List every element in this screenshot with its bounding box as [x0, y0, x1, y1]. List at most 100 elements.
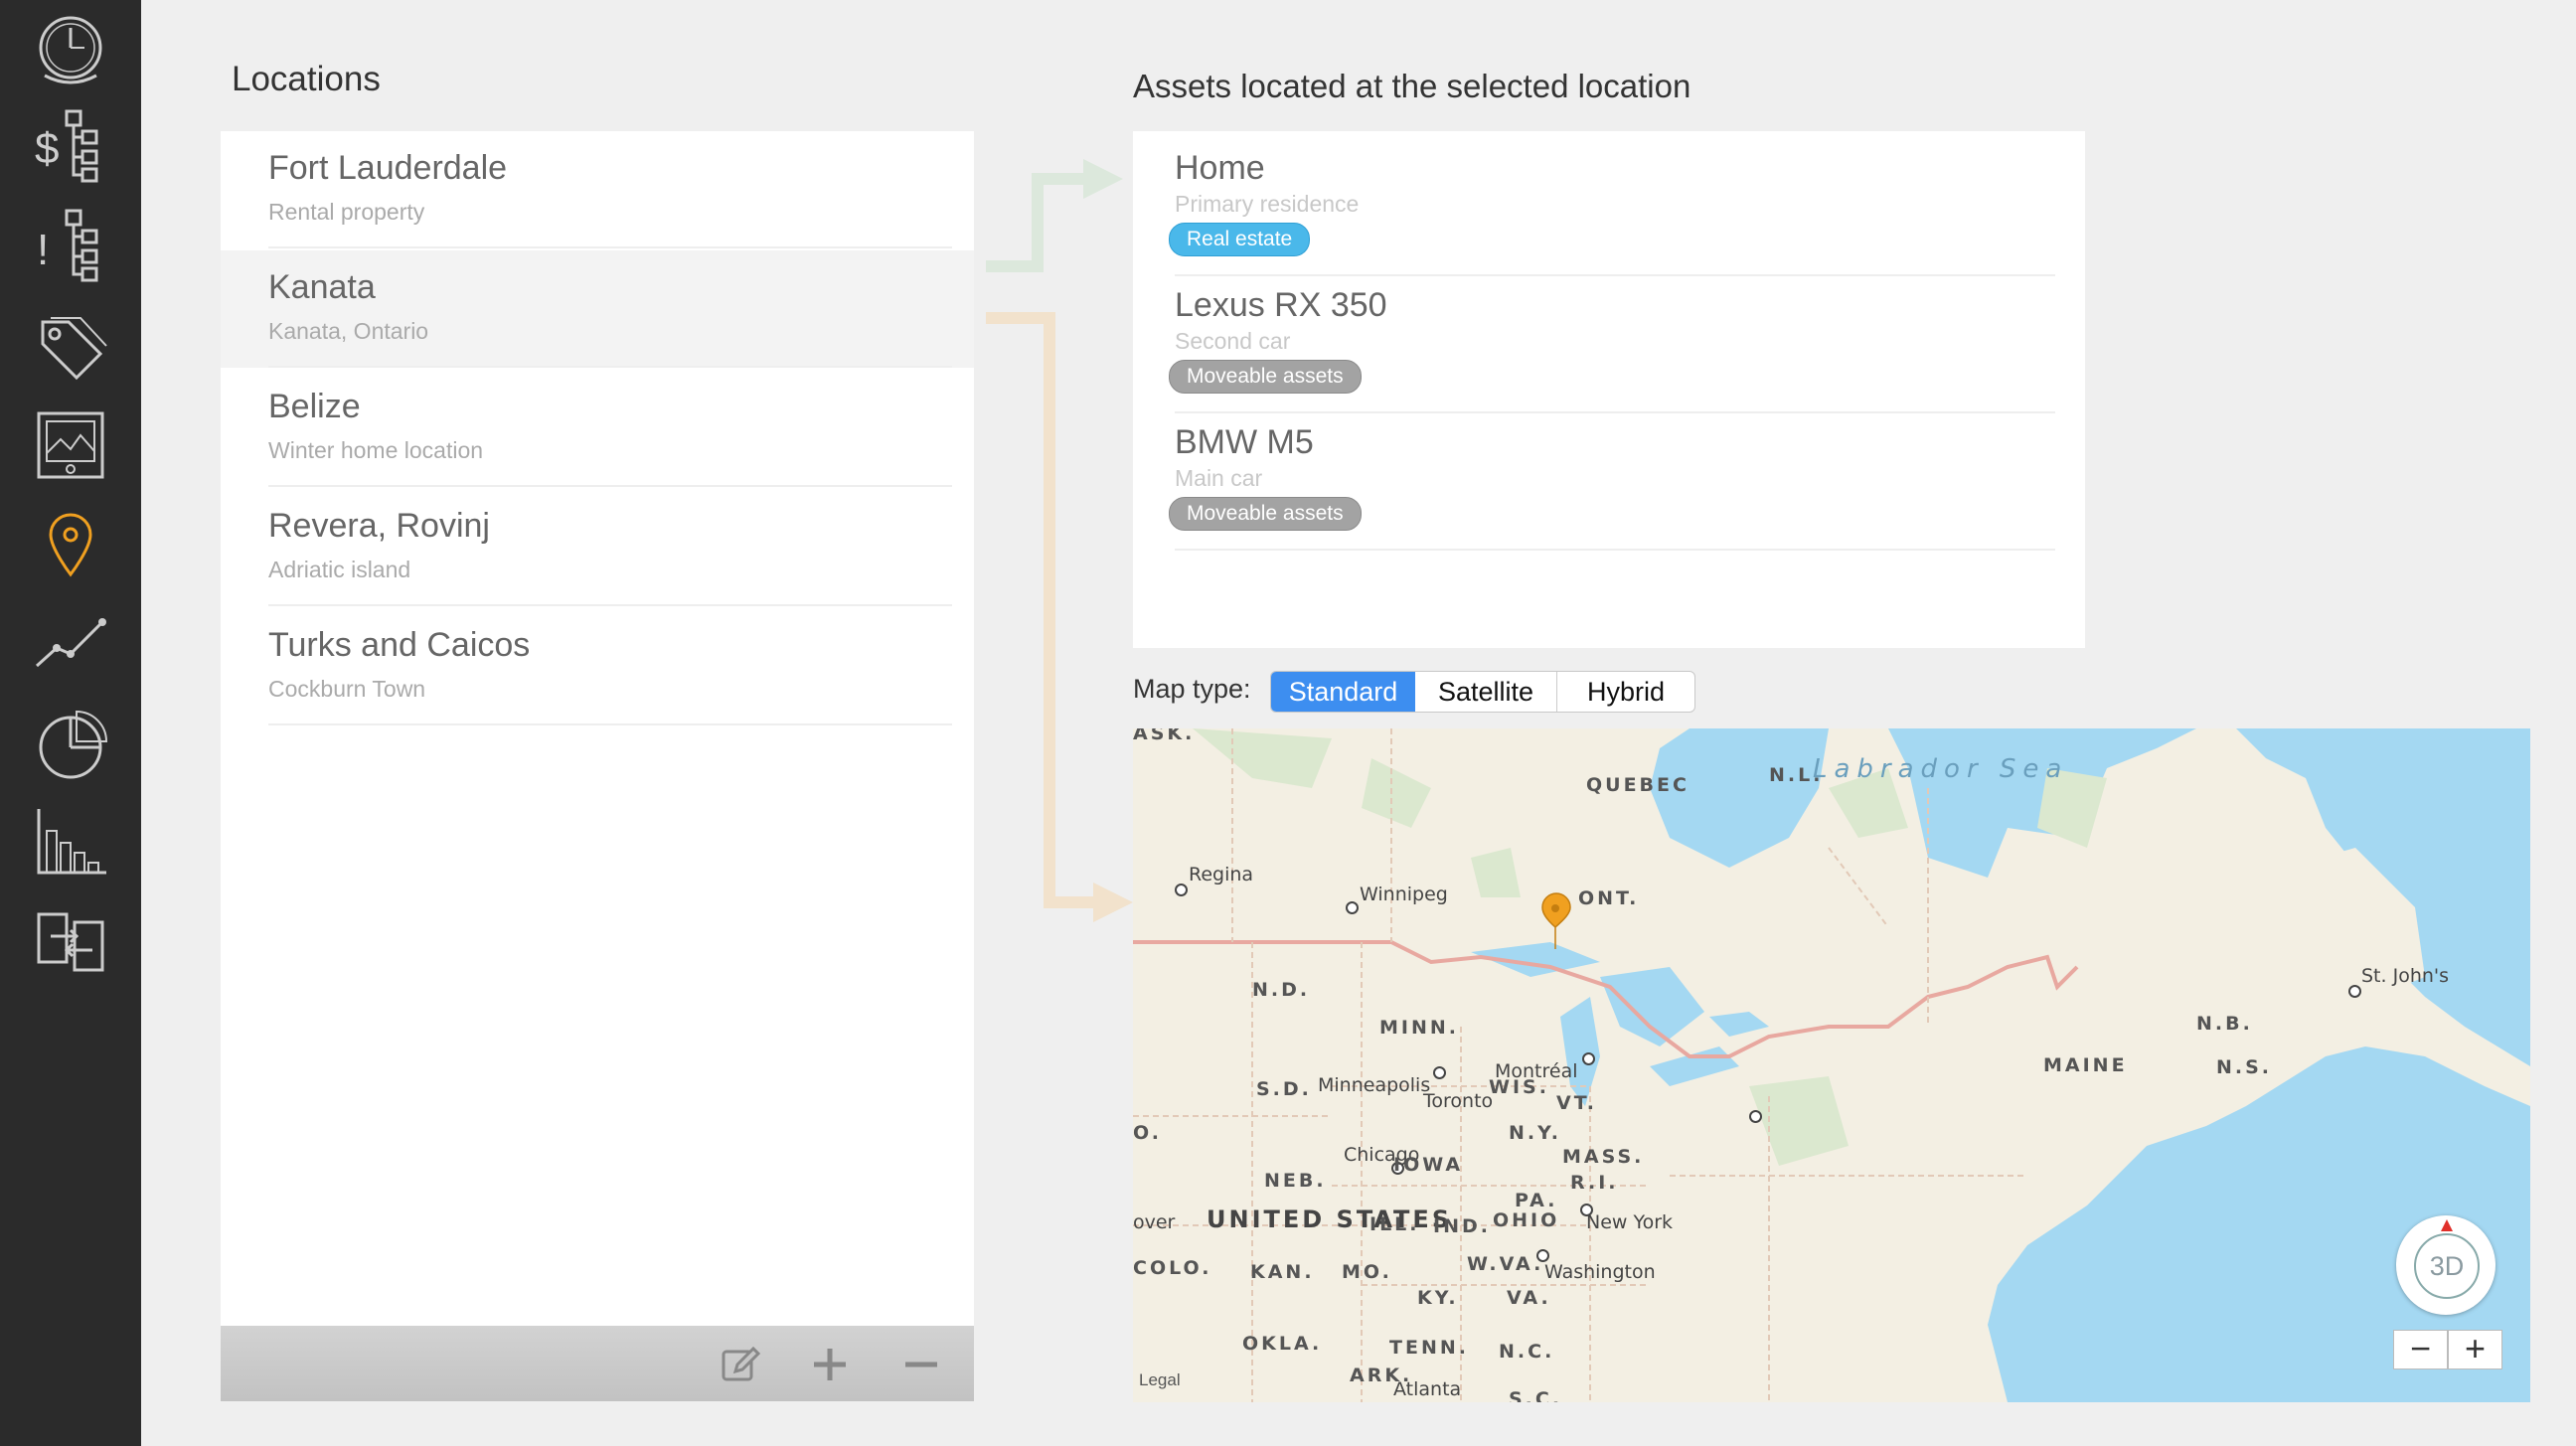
- divider: [268, 604, 952, 606]
- location-subtitle: Cockburn Town: [268, 676, 426, 702]
- map-label: Atlanta: [1393, 1378, 1462, 1400]
- edit-icon[interactable]: [716, 1340, 765, 1389]
- assets-list: Home Primary residence Real estate Lexus…: [1133, 131, 2085, 648]
- map-label: Labrador Sea: [1813, 754, 2069, 784]
- map-label: Toronto: [1423, 1090, 1494, 1112]
- locations-list: Fort Lauderdale Rental property Kanata K…: [221, 131, 974, 1401]
- city-dot: [1582, 1052, 1595, 1065]
- map-label: R.I.: [1570, 1172, 1619, 1194]
- asset-item[interactable]: BMW M5 Main car Moveable assets: [1133, 413, 2085, 551]
- budget-tree-icon[interactable]: $: [31, 107, 110, 187]
- asset-item[interactable]: Home Primary residence Real estate: [1133, 139, 2085, 276]
- location-item[interactable]: Revera, Rovinj Adriatic island: [221, 489, 974, 606]
- asset-tag: Moveable assets: [1169, 360, 1362, 394]
- city-dot: [1346, 901, 1359, 914]
- map-label: S.C.: [1509, 1388, 1563, 1402]
- map-label: Washington: [1544, 1261, 1656, 1283]
- city-dot: [1175, 884, 1188, 896]
- map-label: N.Y.: [1509, 1122, 1561, 1144]
- map-label: COLO.: [1133, 1257, 1212, 1279]
- map-label: New York: [1586, 1211, 1674, 1233]
- picture-frame-icon[interactable]: [31, 405, 110, 485]
- divider: [268, 366, 952, 368]
- asset-subtitle: Primary residence: [1175, 191, 1360, 217]
- map-label: MINN.: [1379, 1017, 1459, 1039]
- svg-text:$: $: [35, 124, 59, 173]
- location-item[interactable]: Belize Winter home location: [221, 370, 974, 487]
- location-name: Turks and Caicos: [268, 626, 531, 664]
- dashboard-icon[interactable]: [31, 12, 110, 91]
- city-dot: [2348, 985, 2361, 998]
- asset-item[interactable]: Lexus RX 350 Second car Moveable assets: [1133, 276, 2085, 413]
- divider: [268, 246, 952, 248]
- bar-chart-icon[interactable]: [31, 801, 110, 881]
- map-label: TENN.: [1389, 1337, 1469, 1359]
- map-label: IOWA: [1393, 1154, 1464, 1176]
- map-label: ONT.: [1578, 887, 1640, 909]
- asset-tag: Moveable assets: [1169, 497, 1362, 531]
- zoom-out-button[interactable]: −: [2393, 1330, 2448, 1369]
- pie-chart-icon[interactable]: [31, 704, 110, 783]
- city-dot: [1749, 1110, 1762, 1123]
- map-label: Minneapolis: [1318, 1074, 1431, 1096]
- line-chart-icon[interactable]: [31, 602, 110, 682]
- map-label: IND.: [1433, 1215, 1491, 1237]
- locations-toolbar: [221, 1326, 974, 1401]
- map-type-satellite[interactable]: Satellite: [1415, 672, 1557, 712]
- map-label: OHIO: [1493, 1209, 1560, 1231]
- map-label: N.B.: [2196, 1013, 2253, 1035]
- map-label: NEB.: [1264, 1170, 1327, 1192]
- compass-3d-button[interactable]: 3D: [2396, 1215, 2496, 1315]
- map-terrain: [1133, 728, 2530, 1402]
- map-label: MO.: [1342, 1261, 1392, 1283]
- location-item[interactable]: Fort Lauderdale Rental property: [221, 131, 974, 248]
- asset-tag: Real estate: [1169, 223, 1311, 256]
- map-label: OKLA.: [1242, 1333, 1323, 1355]
- location-subtitle: Kanata, Ontario: [268, 318, 429, 344]
- connector-arrows: [986, 159, 1133, 922]
- location-name: Belize: [268, 388, 361, 425]
- map-type-selector: Standard Satellite Hybrid: [1270, 671, 1695, 713]
- location-name: Kanata: [268, 268, 376, 306]
- location-item-selected[interactable]: Kanata Kanata, Ontario: [221, 250, 974, 368]
- location-subtitle: Winter home location: [268, 437, 484, 463]
- map-label: VA.: [1507, 1287, 1551, 1309]
- 3d-label: 3D: [2414, 1233, 2480, 1299]
- import-export-icon[interactable]: [31, 902, 110, 982]
- map-label: PA.: [1515, 1190, 1558, 1211]
- svg-text:!: !: [37, 226, 49, 274]
- map-label: O.: [1133, 1122, 1162, 1144]
- map-label: N.C.: [1499, 1341, 1555, 1363]
- map-label: Montréal: [1495, 1060, 1578, 1082]
- map-label: ILL.: [1369, 1213, 1420, 1235]
- divider: [268, 723, 952, 725]
- map-label: over: [1133, 1211, 1176, 1233]
- map-label: W.VA.: [1467, 1253, 1544, 1275]
- location-name: Revera, Rovinj: [268, 507, 490, 545]
- map-type-label: Map type:: [1133, 674, 1251, 704]
- map-view[interactable]: ASK. QUEBEC N.L. Labrador Sea Regina Win…: [1133, 728, 2530, 1402]
- minus-icon[interactable]: [896, 1340, 946, 1389]
- location-subtitle: Rental property: [268, 199, 425, 225]
- assets-title: Assets located at the selected location: [1133, 68, 1691, 104]
- location-pin-icon[interactable]: [31, 505, 110, 584]
- map-type-standard[interactable]: Standard: [1271, 672, 1415, 712]
- legal-link[interactable]: Legal: [1139, 1370, 1181, 1390]
- asset-subtitle: Main car: [1175, 465, 1263, 491]
- map-label: S.D.: [1256, 1078, 1312, 1100]
- location-name: Fort Lauderdale: [268, 149, 508, 187]
- sidebar: $ !: [0, 0, 141, 1446]
- divider: [268, 485, 952, 487]
- zoom-in-button[interactable]: +: [2448, 1330, 2502, 1369]
- tags-icon[interactable]: [31, 308, 110, 388]
- map-label: KAN.: [1250, 1261, 1315, 1283]
- zoom-controls: − +: [2393, 1330, 2502, 1369]
- location-item[interactable]: Turks and Caicos Cockburn Town: [221, 608, 974, 725]
- asset-subtitle: Second car: [1175, 328, 1291, 354]
- map-label: MAINE: [2043, 1054, 2128, 1076]
- map-type-hybrid[interactable]: Hybrid: [1557, 672, 1694, 712]
- plus-icon[interactable]: [805, 1340, 855, 1389]
- map-label: N.S.: [2216, 1056, 2273, 1078]
- alerts-tree-icon[interactable]: !: [31, 207, 110, 286]
- location-subtitle: Adriatic island: [268, 557, 411, 582]
